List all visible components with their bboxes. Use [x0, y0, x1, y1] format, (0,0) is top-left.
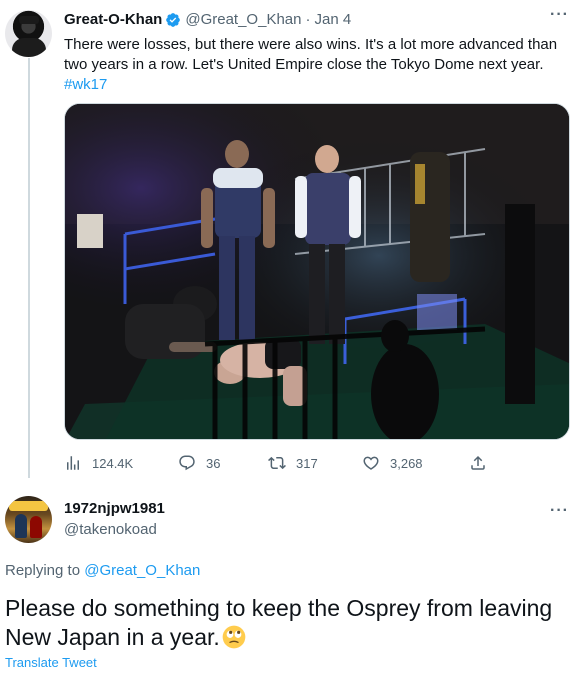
like-count: 3,268	[390, 455, 423, 471]
tweet-date[interactable]: Jan 4	[314, 11, 351, 28]
retweet-button[interactable]: 317	[268, 454, 318, 472]
verified-badge-icon	[166, 12, 181, 27]
reply-more-options-icon[interactable]: ···	[550, 502, 569, 520]
replying-prefix: Replying to	[5, 562, 81, 579]
tweet-action-bar: 124.4K 36 317 3,268	[64, 452, 494, 474]
original-tweet[interactable]: Great-O-Khan @Great_O_Khan · Jan 4 ··· T…	[0, 0, 581, 480]
reply-text: Please do something to keep the Osprey f…	[5, 594, 565, 652]
retweet-count: 317	[296, 455, 318, 471]
tweet-photo[interactable]	[64, 103, 570, 440]
like-button[interactable]: 3,268	[362, 454, 423, 472]
tweet-text: There were losses, but there were also w…	[64, 35, 569, 95]
retweet-arrows-icon	[268, 456, 286, 470]
hashtag-link[interactable]: #wk17	[64, 75, 569, 95]
author-handle[interactable]: @Great_O_Khan	[185, 11, 301, 28]
replying-to-link[interactable]: @Great_O_Khan	[84, 562, 200, 579]
tweet-header: Great-O-Khan @Great_O_Khan · Jan 4	[64, 11, 351, 28]
reply-author-name[interactable]: 1972njpw1981	[64, 500, 165, 517]
share-button[interactable]	[469, 454, 497, 472]
views-chart-icon	[67, 456, 79, 470]
replying-to-line: Replying to @Great_O_Khan	[5, 562, 200, 579]
separator-dot: ·	[305, 11, 311, 28]
avatar-coat-shape	[12, 38, 46, 57]
reply-count: 36	[206, 455, 221, 471]
author-name[interactable]: Great-O-Khan	[64, 11, 162, 28]
translate-tweet-link[interactable]: Translate Tweet	[5, 655, 97, 670]
heart-icon	[363, 456, 379, 470]
views-button[interactable]: 124.4K	[64, 454, 133, 472]
reply-author-handle[interactable]: @takenokoad	[64, 521, 157, 538]
rolling-eyes-emoji-icon	[222, 625, 246, 649]
share-upload-icon	[471, 455, 485, 470]
reply-author-avatar[interactable]	[5, 496, 52, 543]
photo-scene	[65, 104, 569, 439]
tweet-body: There were losses, but there were also w…	[64, 36, 558, 73]
reply-body: Please do something to keep the Osprey f…	[5, 595, 553, 650]
avatar-figure-shape	[15, 514, 27, 538]
views-count: 124.4K	[92, 455, 134, 471]
author-avatar[interactable]	[5, 10, 52, 57]
reply-bubble-icon	[179, 455, 195, 471]
reply-button[interactable]: 36	[178, 454, 220, 472]
avatar-figure-shape	[30, 516, 42, 538]
more-options-icon[interactable]: ···	[550, 6, 569, 24]
avatar-banner-shape	[9, 501, 48, 511]
avatar-hat-shape	[19, 16, 39, 24]
